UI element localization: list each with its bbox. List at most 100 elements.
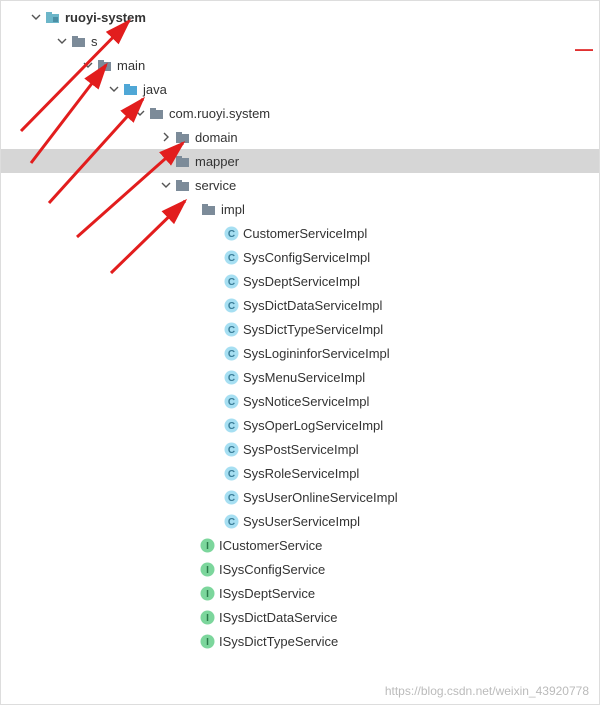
interface-icon: I — [199, 538, 215, 552]
tree-node-interface[interactable]: I ICustomerService — [1, 533, 599, 557]
class-icon: C — [223, 274, 239, 288]
tree-node-class[interactable]: C SysDeptServiceImpl — [1, 269, 599, 293]
chevron-down-icon[interactable] — [107, 82, 121, 96]
chevron-right-icon[interactable] — [159, 130, 173, 144]
tree-node-class[interactable]: C SysLogininforServiceImpl — [1, 341, 599, 365]
tree-label: SysNoticeServiceImpl — [243, 394, 369, 409]
interface-icon: I — [199, 562, 215, 576]
svg-text:I: I — [206, 613, 209, 624]
class-icon: C — [223, 442, 239, 456]
class-icon: C — [223, 394, 239, 408]
svg-text:C: C — [227, 445, 234, 456]
tree-node-class[interactable]: C SysDictDataServiceImpl — [1, 293, 599, 317]
tree-label: SysLogininforServiceImpl — [243, 346, 390, 361]
tree-label: SysUserServiceImpl — [243, 514, 360, 529]
tree-label: com.ruoyi.system — [169, 106, 270, 121]
tree-label: SysPostServiceImpl — [243, 442, 359, 457]
class-icon: C — [223, 466, 239, 480]
tree-node-class[interactable]: C SysOperLogServiceImpl — [1, 413, 599, 437]
tree-node-src[interactable]: s — [1, 29, 599, 53]
tree-node-impl[interactable]: impl — [1, 197, 599, 221]
package-folder-icon — [175, 130, 191, 144]
svg-text:C: C — [227, 493, 234, 504]
tree-node-class[interactable]: C SysUserServiceImpl — [1, 509, 599, 533]
chevron-down-icon[interactable] — [133, 106, 147, 120]
package-folder-icon — [149, 106, 165, 120]
class-icon: C — [223, 322, 239, 336]
svg-text:C: C — [227, 325, 234, 336]
tree-node-class[interactable]: C SysConfigServiceImpl — [1, 245, 599, 269]
tree-node-interface[interactable]: I ISysConfigService — [1, 557, 599, 581]
tree-node-mapper[interactable]: mapper — [1, 149, 599, 173]
tree-node-domain[interactable]: domain — [1, 125, 599, 149]
tree-label: ISysDictTypeService — [219, 634, 338, 649]
svg-text:C: C — [227, 517, 234, 528]
tree-label: SysDeptServiceImpl — [243, 274, 360, 289]
svg-text:C: C — [227, 421, 234, 432]
svg-text:C: C — [227, 229, 234, 240]
source-folder-icon — [123, 82, 139, 96]
tree-node-class[interactable]: C SysRoleServiceImpl — [1, 461, 599, 485]
tree-label: service — [195, 178, 236, 193]
svg-text:C: C — [227, 469, 234, 480]
svg-text:C: C — [227, 397, 234, 408]
class-icon: C — [223, 226, 239, 240]
tree-label: main — [117, 58, 145, 73]
tree-node-class[interactable]: C CustomerServiceImpl — [1, 221, 599, 245]
tree-node-interface[interactable]: I ISysDictDataService — [1, 605, 599, 629]
chevron-down-icon[interactable] — [29, 10, 43, 24]
tree-label: domain — [195, 130, 238, 145]
tree-node-class[interactable]: C SysUserOnlineServiceImpl — [1, 485, 599, 509]
interface-icon: I — [199, 586, 215, 600]
tree-label: s — [91, 34, 98, 49]
tree-label: SysOperLogServiceImpl — [243, 418, 383, 433]
svg-text:C: C — [227, 349, 234, 360]
tree-label: CustomerServiceImpl — [243, 226, 367, 241]
tree-node-package[interactable]: com.ruoyi.system — [1, 101, 599, 125]
module-folder-icon — [45, 10, 61, 24]
tree-node-root[interactable]: ruoyi-system — [1, 5, 599, 29]
tree-label: ISysDictDataService — [219, 610, 337, 625]
tree-node-interface[interactable]: I ISysDeptService — [1, 581, 599, 605]
class-icon: C — [223, 514, 239, 528]
folder-icon — [97, 58, 113, 72]
chevron-down-icon[interactable] — [55, 34, 69, 48]
tree-node-service[interactable]: service — [1, 173, 599, 197]
tree-label: SysMenuServiceImpl — [243, 370, 365, 385]
svg-text:I: I — [206, 565, 209, 576]
tree-node-class[interactable]: C SysNoticeServiceImpl — [1, 389, 599, 413]
tree-node-java[interactable]: java — [1, 77, 599, 101]
package-folder-icon — [175, 178, 191, 192]
tree-label: ISysConfigService — [219, 562, 325, 577]
tree-node-interface[interactable]: I ISysDictTypeService — [1, 629, 599, 653]
project-tree: ruoyi-system s main java com.ruoyi.syste… — [1, 1, 599, 653]
tree-label: ruoyi-system — [65, 10, 146, 25]
chevron-down-icon[interactable] — [159, 178, 173, 192]
tree-label: SysRoleServiceImpl — [243, 466, 359, 481]
class-icon: C — [223, 418, 239, 432]
tree-label: java — [143, 82, 167, 97]
tree-label: ICustomerService — [219, 538, 322, 553]
svg-text:I: I — [206, 637, 209, 648]
folder-icon — [71, 34, 87, 48]
class-icon: C — [223, 346, 239, 360]
class-icon: C — [223, 298, 239, 312]
class-icon: C — [223, 250, 239, 264]
svg-text:C: C — [227, 253, 234, 264]
svg-text:C: C — [227, 301, 234, 312]
chevron-down-icon[interactable] — [81, 58, 95, 72]
tree-label: ISysDeptService — [219, 586, 315, 601]
tree-label: mapper — [195, 154, 239, 169]
tree-node-main[interactable]: main — [1, 53, 599, 77]
tree-node-class[interactable]: C SysPostServiceImpl — [1, 437, 599, 461]
package-folder-icon — [175, 154, 191, 168]
class-icon: C — [223, 370, 239, 384]
tree-label: SysConfigServiceImpl — [243, 250, 370, 265]
tree-label: SysUserOnlineServiceImpl — [243, 490, 398, 505]
tree-label: impl — [221, 202, 245, 217]
svg-text:C: C — [227, 373, 234, 384]
interface-icon: I — [199, 610, 215, 624]
tree-node-class[interactable]: C SysMenuServiceImpl — [1, 365, 599, 389]
tree-node-class[interactable]: CSysDictTypeServiceImpl — [1, 317, 599, 341]
tree-label: SysDictDataServiceImpl — [243, 298, 382, 313]
